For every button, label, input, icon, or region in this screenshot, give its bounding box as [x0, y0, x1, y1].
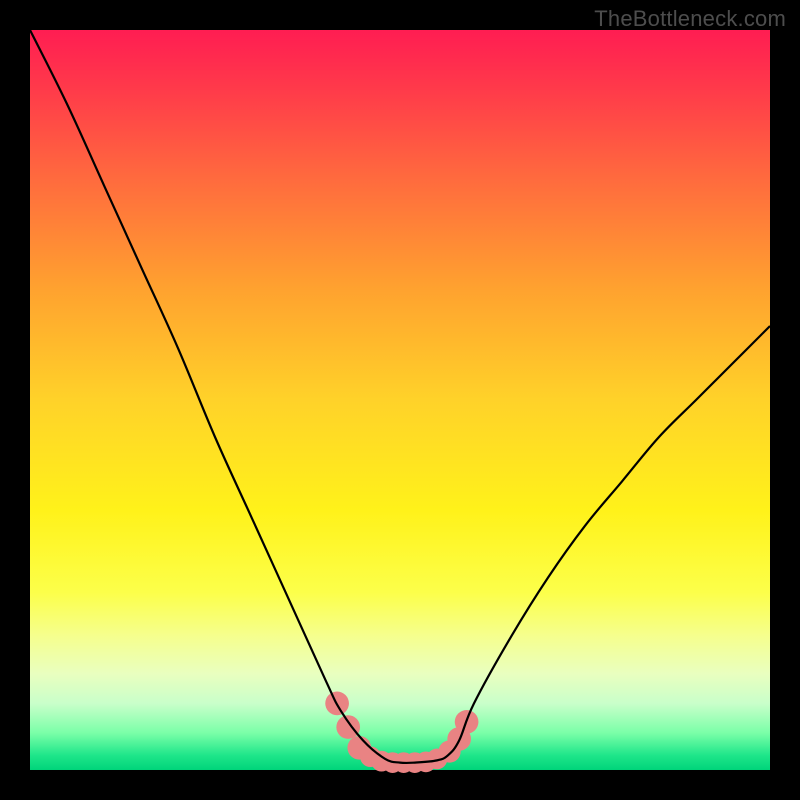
- watermark-text: TheBottleneck.com: [594, 6, 786, 32]
- chart-frame: TheBottleneck.com: [0, 0, 800, 800]
- curve-path: [30, 30, 770, 763]
- markers-group: [325, 692, 478, 773]
- chart-svg: [30, 30, 770, 770]
- marker-dot: [336, 715, 360, 739]
- plot-area: [30, 30, 770, 770]
